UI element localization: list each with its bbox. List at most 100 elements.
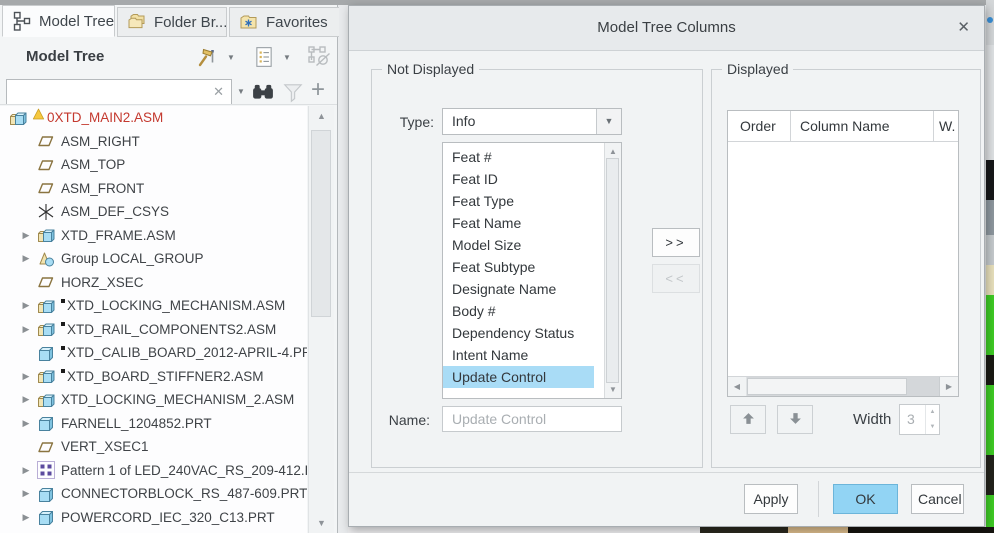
displayed-table[interactable]: Order Column Name W. ◀ ▶ bbox=[727, 110, 959, 397]
scroll-left-icon[interactable]: ◀ bbox=[728, 377, 747, 396]
plane-icon bbox=[36, 437, 56, 457]
list-item[interactable]: Feat Type bbox=[443, 190, 594, 212]
expander-icon[interactable]: ▶ bbox=[16, 512, 36, 523]
tree-item[interactable]: ▶ XTD_FRAME.ASM bbox=[0, 224, 307, 248]
find-icon[interactable] bbox=[252, 81, 274, 103]
list-item[interactable]: Feat Subtype bbox=[443, 256, 594, 278]
displayed-legend: Displayed bbox=[722, 61, 794, 77]
tree-item[interactable]: ▶ Group LOCAL_GROUP bbox=[0, 247, 307, 271]
scroll-down-icon[interactable]: ▼ bbox=[605, 385, 621, 394]
folder-browser-icon bbox=[127, 12, 147, 32]
close-icon[interactable]: ✕ bbox=[957, 6, 970, 50]
tree-item[interactable]: 0XTD_MAIN2.ASM bbox=[0, 106, 307, 130]
scroll-thumb[interactable] bbox=[747, 378, 907, 395]
search-input[interactable] bbox=[11, 82, 205, 104]
tree-item[interactable]: ▶ XTD_LOCKING_MECHANISM.ASM bbox=[0, 294, 307, 318]
move-up-button[interactable] bbox=[730, 405, 766, 434]
columns-chevron-down-icon[interactable]: ▼ bbox=[283, 53, 291, 62]
tree-item[interactable]: ASM_TOP bbox=[0, 153, 307, 177]
tree-item[interactable]: ▶ XTD_RAIL_COMPONENTS2.ASM bbox=[0, 318, 307, 342]
modified-marker bbox=[61, 298, 65, 303]
plane-icon bbox=[36, 178, 56, 198]
tree-item[interactable]: VERT_XSEC1 bbox=[0, 435, 307, 459]
expander-icon[interactable]: ▶ bbox=[16, 488, 36, 499]
part-icon bbox=[36, 507, 56, 527]
spinner-buttons[interactable]: ▲ ▼ bbox=[925, 405, 939, 434]
tools-icon[interactable] bbox=[196, 46, 218, 68]
list-item[interactable]: Intent Name bbox=[443, 344, 594, 366]
list-item[interactable]: Feat # bbox=[443, 146, 594, 168]
width-value: 3 bbox=[907, 411, 915, 427]
type-label: Type: bbox=[399, 114, 434, 130]
model-tree-icon bbox=[12, 11, 32, 31]
tree-item[interactable]: ▶ FARNELL_1204852.PRT bbox=[0, 412, 307, 436]
tab-folder-browser[interactable]: Folder Br... bbox=[117, 7, 227, 37]
expander-icon[interactable]: ▶ bbox=[16, 465, 36, 476]
chevron-down-icon[interactable]: ▼ bbox=[596, 109, 621, 134]
search-chevron-down-icon[interactable]: ▼ bbox=[237, 87, 245, 96]
tree-item[interactable]: ▶ POWERCORD_IEC_320_C13.PRT bbox=[0, 506, 307, 530]
width-spinner[interactable]: 3 ▲ ▼ bbox=[899, 404, 940, 435]
expander-icon[interactable]: ▶ bbox=[16, 230, 36, 241]
tree-item[interactable]: ▶ XTD_LOCKING_MECHANISM_2.ASM bbox=[0, 388, 307, 412]
tab-model-tree[interactable]: Model Tree bbox=[2, 5, 115, 37]
tree-item[interactable]: ▶ CONNECTORBLOCK_RS_487-609.PRT bbox=[0, 482, 307, 506]
list-item[interactable]: Dependency Status bbox=[443, 322, 594, 344]
table-h-scrollbar[interactable]: ◀ ▶ bbox=[728, 376, 958, 396]
favorites-icon bbox=[239, 12, 259, 32]
tree-item-label: Pattern 1 of LED_240VAC_RS_209-412.PRT bbox=[61, 462, 307, 478]
list-item[interactable]: Feat Name bbox=[443, 212, 594, 234]
search-box[interactable]: ✕ bbox=[6, 79, 232, 105]
part-icon bbox=[36, 343, 56, 363]
expander-icon[interactable]: ▶ bbox=[16, 371, 36, 382]
type-dropdown[interactable]: Info ▼ bbox=[442, 108, 622, 135]
tree-item-label: XTD_RAIL_COMPONENTS2.ASM bbox=[67, 321, 277, 337]
list-item[interactable]: Designate Name bbox=[443, 278, 594, 300]
tree-item[interactable]: ASM_RIGHT bbox=[0, 130, 307, 154]
add-filter-icon[interactable]: + bbox=[311, 76, 325, 104]
dialog-title-bar[interactable]: Model Tree Columns ✕ bbox=[349, 6, 984, 51]
tab-favorites[interactable]: Favorites bbox=[229, 7, 343, 37]
tree-item[interactable]: HORZ_XSEC bbox=[0, 271, 307, 295]
column-divider bbox=[790, 111, 791, 141]
move-down-button[interactable] bbox=[777, 405, 813, 434]
ok-button[interactable]: OK bbox=[833, 484, 898, 514]
assembly-icon bbox=[36, 225, 56, 245]
column-header-name: Column Name bbox=[800, 118, 890, 134]
add-column-button[interactable]: >> bbox=[652, 228, 700, 257]
scroll-up-icon[interactable]: ▲ bbox=[309, 111, 334, 121]
expander-icon[interactable]: ▶ bbox=[16, 253, 36, 264]
tree-item[interactable]: XTD_CALIB_BOARD_2012-APRIL-4.PRT bbox=[0, 341, 307, 365]
expander-icon[interactable]: ▶ bbox=[16, 324, 36, 335]
expander-icon[interactable]: ▶ bbox=[16, 300, 36, 311]
tree-scrollbar[interactable]: ▲ ▼ bbox=[308, 106, 334, 533]
scroll-right-icon[interactable]: ▶ bbox=[939, 377, 958, 396]
list-scrollbar[interactable]: ▲ ▼ bbox=[604, 143, 621, 398]
filter-icon bbox=[282, 81, 304, 103]
name-field[interactable]: Update Control bbox=[442, 406, 622, 432]
scroll-down-icon[interactable]: ▼ bbox=[309, 518, 334, 528]
expander-icon[interactable]: ▶ bbox=[16, 418, 36, 429]
list-item[interactable]: Feat ID bbox=[443, 168, 594, 190]
model-tree: 0XTD_MAIN2.ASM ASM_RIGHT ASM_TOP ASM_FRONT A… bbox=[0, 106, 307, 533]
tree-item[interactable]: ▶ XTD_BOARD_STIFFNER2.ASM bbox=[0, 365, 307, 389]
tree-item[interactable]: ASM_FRONT bbox=[0, 177, 307, 201]
scroll-thumb[interactable] bbox=[311, 130, 331, 317]
clear-search-icon[interactable]: ✕ bbox=[213, 84, 224, 100]
spin-up-icon[interactable]: ▲ bbox=[930, 409, 936, 415]
apply-button[interactable]: Apply bbox=[744, 484, 798, 514]
group-icon bbox=[36, 249, 56, 269]
list-item[interactable]: Update Control bbox=[443, 366, 594, 388]
scroll-thumb[interactable] bbox=[606, 158, 619, 383]
list-item[interactable]: Body # bbox=[443, 300, 594, 322]
spin-down-icon[interactable]: ▼ bbox=[930, 424, 936, 430]
tree-item[interactable]: ASM_DEF_CSYS bbox=[0, 200, 307, 224]
tree-columns-icon[interactable] bbox=[253, 46, 275, 68]
remove-column-button[interactable]: << bbox=[652, 264, 700, 293]
list-item[interactable]: Model Size bbox=[443, 234, 594, 256]
cancel-button[interactable]: Cancel bbox=[911, 484, 964, 514]
scroll-up-icon[interactable]: ▲ bbox=[605, 147, 621, 156]
tools-chevron-down-icon[interactable]: ▼ bbox=[227, 53, 235, 62]
tree-item[interactable]: ▶ Pattern 1 of LED_240VAC_RS_209-412.PRT bbox=[0, 459, 307, 483]
expander-icon[interactable]: ▶ bbox=[16, 394, 36, 405]
